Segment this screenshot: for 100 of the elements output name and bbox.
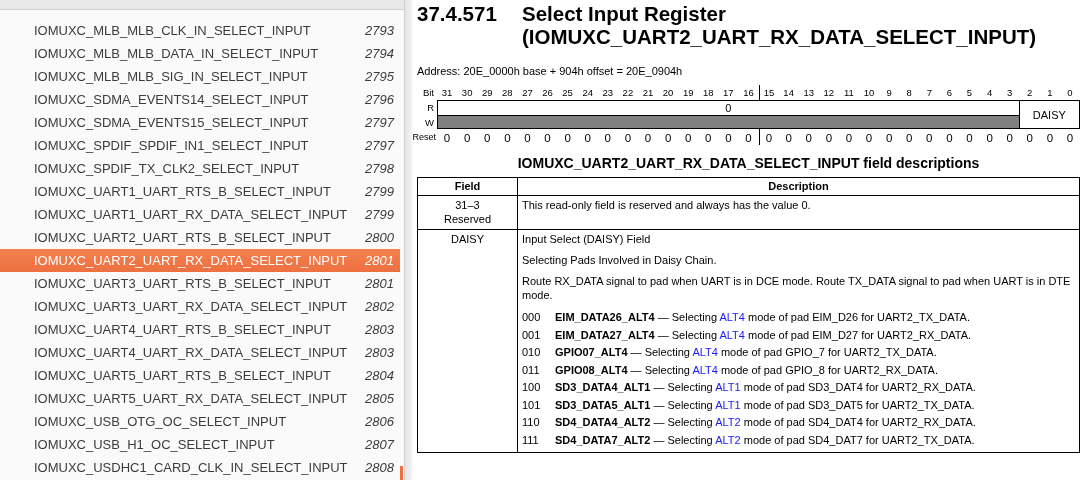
bit-number: 25 (561, 86, 574, 100)
page-number: 2795 (365, 69, 394, 84)
mode-link[interactable]: ALT4 (692, 346, 718, 358)
bit-number: 4 (985, 86, 994, 100)
bookmark-item[interactable]: IOMUXC_UART2_UART_RTS_B_SELECT_INPUT 2800 (0, 226, 400, 249)
bit-number: 30 (460, 86, 474, 100)
field-name: DAISY (450, 232, 485, 246)
reset-value: 0 (965, 131, 974, 145)
mode-link[interactable]: ALT4 (719, 328, 745, 341)
reset-value: 0 (583, 131, 592, 145)
option-code: 010 (522, 345, 542, 360)
reset-value: 0 (804, 131, 813, 145)
bookmark-item[interactable]: IOMUXC_SPDIF_SPDIF_IN1_SELECT_INPUT 2797 (0, 134, 400, 157)
page-number: 2797 (365, 138, 394, 153)
bookmark-title: IOMUXC_SPDIF_SPDIF_IN1_SELECT_INPUT (34, 138, 310, 153)
bookmark-item[interactable]: IOMUXC_UART5_UART_RX_DATA_SELECT_INPUT 2805 (0, 387, 400, 410)
bookmark-title: IOMUXC_MLB_MLB_CLK_IN_SELECT_INPUT (34, 23, 312, 38)
reset-value: 0 (784, 131, 793, 145)
option-code: 110 (522, 415, 541, 430)
bookmark-item[interactable]: IOMUXC_UART5_UART_RTS_B_SELECT_INPUT 2804 (0, 364, 400, 387)
option-description: EIM_DATA26_ALT4 — Selecting ALT4 mode of pad EIM_D26 for UART2_TX_DATA. (555, 310, 970, 325)
page-number: 2803 (365, 322, 394, 337)
page-number: 2806 (365, 414, 394, 429)
page-number: 2802 (365, 299, 394, 314)
reset-value: 0 (884, 131, 894, 145)
bit-number: 24 (581, 86, 594, 100)
bookmark-item[interactable]: IOMUXC_SPDIF_TX_CLK2_SELECT_INPUT 2798 (0, 157, 400, 180)
bookmark-item[interactable]: IOMUXC_UART3_UART_RTS_B_SELECT_INPUT 2801 (0, 272, 400, 295)
page-number: 2799 (365, 207, 394, 222)
reset-value: 0 (503, 131, 512, 145)
mode-link[interactable]: ALT4 (719, 311, 745, 323)
bit-number: 1 (1046, 86, 1054, 100)
column-header: Field (417, 177, 518, 196)
page-number: 2805 (365, 391, 394, 406)
reset-value: 0 (724, 131, 733, 145)
option-code: 101 (522, 397, 542, 413)
bookmark-title: IOMUXC_UART4_UART_RX_DATA_SELECT_INPUT (34, 345, 349, 360)
description-text: This read-only field is reserved and always has the value 0. (522, 198, 812, 212)
bit-number: 23 (601, 86, 615, 100)
bit-number: 22 (621, 86, 635, 100)
bit-number: 12 (822, 86, 836, 100)
bookmark-title: IOMUXC_SPDIF_TX_CLK2_SELECT_INPUT (34, 161, 301, 176)
field-name: 31–3 (454, 198, 481, 212)
row-label: Bit (421, 86, 435, 100)
reset-value: 0 (945, 131, 954, 145)
bookmark-item[interactable]: IOMUXC_USDHC1_CARD_CLK_IN_SELECT_INPUT 2808 (0, 456, 400, 479)
reset-value: 0 (1025, 131, 1034, 145)
bit-number: 16 (742, 86, 755, 100)
bookmark-title: IOMUXC_UART2_UART_RX_DATA_SELECT_INPUT (34, 253, 349, 268)
reset-value: 0 (985, 131, 994, 145)
bit-number: 9 (885, 86, 893, 100)
bookmark-item[interactable]: IOMUXC_MLB_MLB_DATA_IN_SELECT_INPUT 2794 (0, 42, 400, 65)
bookmark-item[interactable]: IOMUXC_MLB_MLB_SIG_IN_SELECT_INPUT 2795 (0, 65, 400, 88)
mode-link[interactable]: ALT1 (715, 381, 741, 393)
bit-number: 2 (1026, 86, 1034, 100)
page-number: 2794 (365, 46, 394, 61)
bookmark-title: IOMUXC_MLB_MLB_DATA_IN_SELECT_INPUT (34, 46, 320, 61)
bookmark-item[interactable]: IOMUXC_SDMA_EVENTS15_SELECT_INPUT 2797 (0, 111, 400, 134)
page-number: 2793 (365, 23, 394, 38)
bookmark-item[interactable]: IOMUXC_UART1_UART_RTS_B_SELECT_INPUT 2799 (0, 180, 400, 203)
bit-number: 14 (782, 86, 795, 100)
bookmark-item[interactable]: IOMUXC_UART1_UART_RX_DATA_SELECT_INPUT 2799 (0, 203, 400, 226)
bit-number: 15 (758, 85, 779, 100)
option-code: 111 (522, 432, 540, 448)
description-text: Input Select (DAISY) Field (522, 232, 652, 246)
mode-link[interactable]: ALT2 (715, 433, 741, 446)
bit-number: 17 (722, 86, 735, 100)
reset-value: 0 (483, 131, 492, 145)
page-number: 2800 (365, 230, 394, 245)
bit-number: 6 (945, 86, 954, 100)
mode-link[interactable]: ALT2 (715, 416, 741, 428)
bit-number: 31 (440, 86, 454, 100)
bookmark-item[interactable]: IOMUXC_USB_OTG_OC_SELECT_INPUT 2806 (0, 410, 400, 433)
bookmark-title: IOMUXC_USB_H1_OC_SELECT_INPUT (34, 437, 276, 452)
field-name: Reserved (442, 212, 493, 226)
reset-value: 0 (462, 131, 472, 145)
scrollbar-thumb[interactable] (400, 466, 403, 480)
bookmark-item[interactable]: IOMUXC_SDMA_EVENTS14_SELECT_INPUT 2796 (0, 88, 400, 111)
bookmark-item[interactable]: IOMUXC_MLB_MLB_CLK_IN_SELECT_INPUT 2793 (0, 19, 400, 42)
mode-link[interactable]: ALT4 (692, 363, 718, 376)
mode-link[interactable]: ALT1 (715, 398, 741, 411)
bookmark-title: IOMUXC_MLB_MLB_SIG_IN_SELECT_INPUT (34, 69, 309, 84)
row-label: W (424, 115, 435, 129)
bit-number: 7 (925, 86, 933, 100)
bookmark-title: IOMUXC_UART2_UART_RTS_B_SELECT_INPUT (34, 230, 332, 245)
bookmark-item[interactable]: IOMUXC_UART4_UART_RX_DATA_SELECT_INPUT 2803 (0, 341, 400, 364)
option-description: EIM_DATA27_ALT4 — Selecting ALT4 mode of pad EIM_D27 for UART2_RX_DATA. (555, 327, 972, 343)
table-caption: IOMUXC_UART2_UART_RX_DATA_SELECT_INPUT field descriptions (516, 155, 981, 171)
reset-value: 0 (905, 131, 914, 145)
bookmark-title: IOMUXC_UART5_UART_RX_DATA_SELECT_INPUT (34, 391, 349, 406)
reset-value: 0 (864, 131, 874, 145)
bookmark-item[interactable]: IOMUXC_UART3_UART_RX_DATA_SELECT_INPUT 2802 (0, 295, 400, 318)
reset-value: 0 (643, 131, 653, 145)
option-description: SD4_DATA7_ALT2 — Selecting ALT2 mode of pad SD4_DAT7 for UART2_TX_DATA. (555, 432, 975, 448)
option-code: 000 (522, 310, 542, 325)
bit-number: 13 (802, 86, 815, 100)
bit-number: 5 (965, 86, 974, 100)
bookmark-item[interactable]: IOMUXC_UART4_UART_RTS_B_SELECT_INPUT 2803 (0, 318, 400, 341)
bookmark-item[interactable]: IOMUXC_USB_H1_OC_SELECT_INPUT 2807 (0, 433, 400, 456)
reset-value: 0 (603, 131, 612, 145)
